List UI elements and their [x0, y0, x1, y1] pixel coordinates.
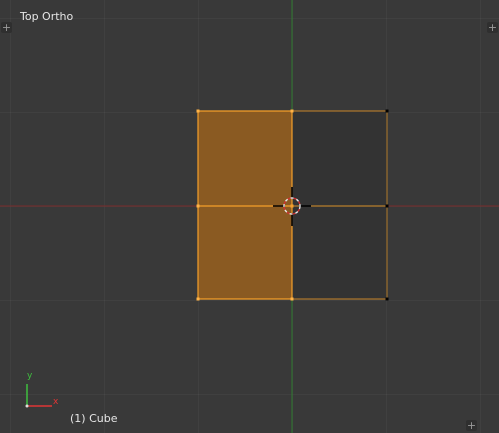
active-object-label: (1) Cube [70, 412, 118, 425]
selected-vertex[interactable] [290, 109, 294, 113]
unselected-face-top-right[interactable] [292, 111, 387, 206]
area-split-corner-bottom-right[interactable]: + [466, 420, 477, 431]
selected-vertex[interactable] [196, 297, 200, 301]
selected-vertex[interactable] [290, 297, 294, 301]
unselected-vertex[interactable] [385, 297, 389, 301]
unselected-face-bottom-right[interactable] [292, 206, 387, 299]
unselected-vertex[interactable] [385, 109, 389, 113]
viewport-scene[interactable] [0, 0, 499, 433]
view-title: Top Ortho [20, 10, 74, 23]
selected-face-bottom-left[interactable] [198, 206, 292, 299]
selected-face-top-left[interactable] [198, 111, 292, 206]
selected-vertex[interactable] [196, 204, 200, 208]
axes-gizmo [25, 384, 52, 408]
area-split-corner-top-right[interactable]: + [487, 22, 498, 33]
unselected-vertex[interactable] [385, 204, 389, 208]
selected-vertex[interactable] [196, 109, 200, 113]
3d-viewport[interactable]: y x Top Ortho (1) Cube + + + [0, 0, 499, 433]
area-split-corner-top-left[interactable]: + [1, 22, 12, 33]
gizmo-y-label: y [27, 371, 33, 381]
gizmo-x-label: x [53, 397, 59, 407]
